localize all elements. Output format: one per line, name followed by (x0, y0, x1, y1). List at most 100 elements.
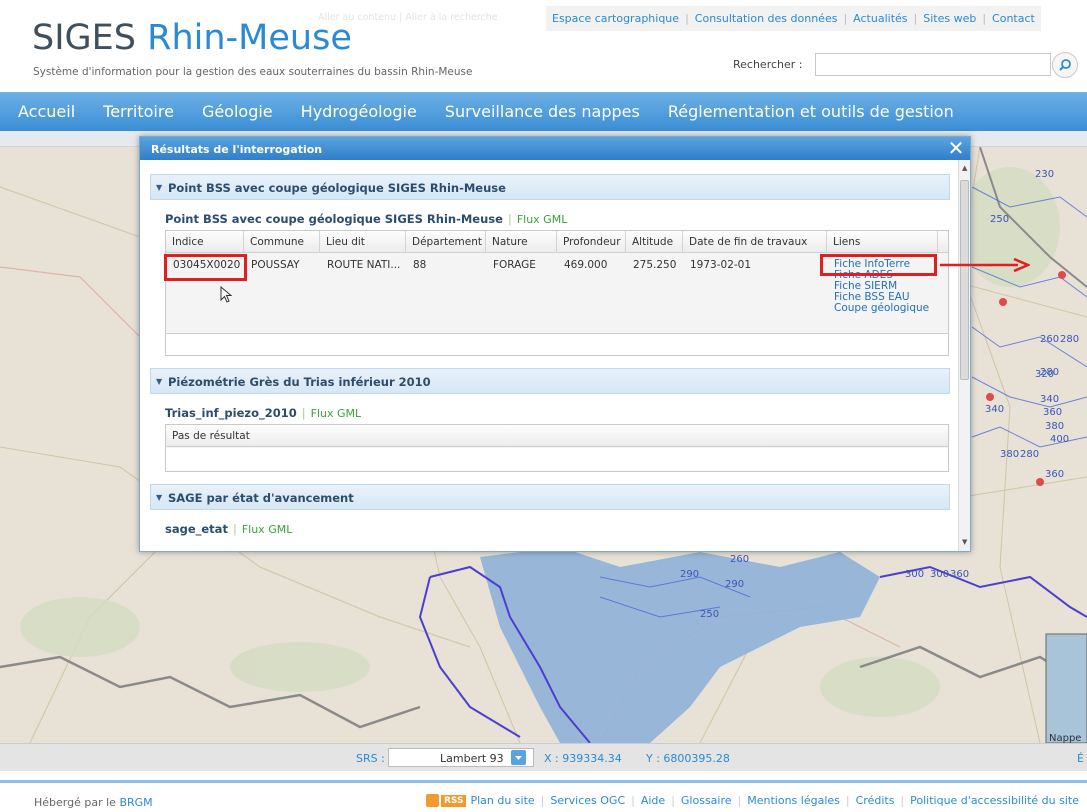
collapse-arrow-icon[interactable]: ▼ (156, 183, 162, 192)
column-header-commune[interactable]: Commune (244, 231, 320, 253)
y-coordinate: Y : 6800395.28 (646, 752, 730, 765)
separator: | (631, 794, 635, 807)
map-label: 300 (905, 569, 924, 580)
flux-gml-link[interactable]: Flux GML (311, 407, 362, 420)
results-grid-bss: Indice Commune Lieu dit Département Natu… (165, 230, 949, 356)
map-label: 380 (1045, 421, 1064, 432)
grid-footer (166, 448, 948, 471)
map-label: 230 (1035, 169, 1054, 180)
nav-item-geologie[interactable]: Géologie (202, 102, 273, 121)
scroll-up-icon[interactable]: ▲ (962, 164, 967, 172)
map-label: 280 (1020, 449, 1039, 460)
rss-link[interactable]: RSS (440, 794, 467, 807)
footer-link-services-ogc[interactable]: Services OGC (550, 794, 625, 807)
nav-item-hydrogeologie[interactable]: Hydrogéologie (301, 102, 417, 121)
column-header-indice[interactable]: Indice (166, 231, 244, 253)
section-header-piezometrie[interactable]: ▼ Piézométrie Grès du Trias inférieur 20… (150, 368, 950, 394)
footer-link-glossaire[interactable]: Glossaire (681, 794, 732, 807)
nav-item-accueil[interactable]: Accueil (18, 102, 75, 121)
map-label: 360 (1045, 469, 1064, 480)
scroll-down-icon[interactable]: ▼ (962, 538, 967, 546)
column-header-nature[interactable]: Nature (486, 231, 557, 253)
brgm-link[interactable]: BRGM (119, 796, 152, 809)
hosted-prefix: Hébergé par le (34, 796, 120, 809)
cell-commune: POUSSAY (251, 259, 300, 271)
map-label: 340 (985, 404, 1004, 415)
srs-label: SRS : (356, 752, 385, 765)
site-header: SIGES Rhin-Meuse Système d'information p… (0, 0, 1087, 92)
column-header-lieu-dit[interactable]: Lieu dit (320, 231, 406, 253)
search-button[interactable] (1052, 52, 1078, 78)
map-label: 360 (1043, 407, 1062, 418)
dialog-title: Résultats de l'interrogation (151, 143, 323, 156)
section-header-sage[interactable]: ▼ SAGE par état d'avancement (150, 484, 950, 510)
top-link-actualites[interactable]: Actualités (853, 12, 907, 25)
footer-link-credits[interactable]: Crédits (856, 794, 895, 807)
results-dialog: Résultats de l'interrogation ✕ ▼ Point B… (139, 136, 971, 552)
cell-departement: 88 (413, 259, 427, 271)
search-label: Rechercher : (733, 58, 803, 71)
hosted-by: Hébergé par le BRGM (34, 796, 153, 809)
cell-nature: FORAGE (493, 259, 536, 271)
collapse-arrow-icon[interactable]: ▼ (156, 377, 162, 386)
top-link-consultation[interactable]: Consultation des données (695, 12, 838, 25)
cell-lieu-dit: ROUTE NATI... (327, 259, 401, 271)
nav-item-reglementation[interactable]: Réglementation et outils de gestion (668, 102, 954, 121)
rss-icon[interactable] (425, 794, 439, 807)
section-header-bss[interactable]: ▼ Point BSS avec coupe géologique SIGES … (150, 174, 950, 200)
site-title[interactable]: SIGES Rhin-Meuse (32, 18, 352, 58)
footer-links: RSS Plan du site | Services OGC | Aide |… (425, 794, 1079, 807)
collapse-arrow-icon[interactable]: ▼ (156, 493, 162, 502)
red-arrow-icon (940, 258, 1030, 272)
search-icon (1059, 59, 1071, 71)
highlight-box-indice (164, 254, 247, 281)
column-header-departement[interactable]: Département (406, 231, 486, 253)
chevron-down-icon (515, 756, 522, 760)
scroll-thumb[interactable] (960, 180, 969, 380)
column-header-profondeur[interactable]: Profondeur (557, 231, 626, 253)
separator: | (982, 12, 987, 25)
separator: | (540, 794, 545, 807)
dialog-titlebar[interactable]: Résultats de l'interrogation ✕ (140, 137, 970, 160)
top-nav: Espace cartographique | Consultation des… (546, 6, 1041, 31)
grid-header: Indice Commune Lieu dit Département Natu… (166, 231, 948, 253)
top-link-espace-cartographique[interactable]: Espace cartographique (552, 12, 679, 25)
highlight-box-infoterre (820, 254, 937, 276)
status-bar: SRS : Lambert 93 X : 939334.34 Y : 68003… (0, 743, 1087, 771)
column-header-liens[interactable]: Liens (827, 231, 938, 253)
map-label: 380 (1000, 449, 1019, 460)
chevron-down-icon[interactable] (511, 750, 526, 765)
close-icon[interactable]: ✕ (946, 138, 966, 158)
separator: | (913, 12, 918, 25)
site-footer: Hébergé par le BRGM RSS Plan du site | S… (0, 771, 1087, 812)
map-label: 340 (1040, 394, 1059, 405)
flux-gml-link[interactable]: Flux GML (242, 523, 293, 536)
nav-item-surveillance[interactable]: Surveillance des nappes (445, 102, 640, 121)
top-link-sites-web[interactable]: Sites web (923, 12, 976, 25)
separator: | (843, 12, 848, 25)
dialog-scrollbar[interactable]: ▲ ▼ (958, 160, 970, 551)
separator: | (301, 406, 306, 420)
map-label: Nappe (1049, 733, 1081, 743)
dialog-body: ▼ Point BSS avec coupe géologique SIGES … (140, 160, 958, 551)
separator: | (507, 212, 512, 226)
layer-name: Trias_inf_piezo_2010 (165, 406, 297, 420)
section-title: Point BSS avec coupe géologique SIGES Rh… (168, 181, 506, 195)
site-title-part2: Rhin-Meuse (147, 18, 352, 58)
footer-link-accessibilite[interactable]: Politique d'accessibilité du site (910, 794, 1079, 807)
link-coupe-geologique[interactable]: Coupe géologique (834, 303, 929, 314)
footer-link-plan-du-site[interactable]: Plan du site (470, 794, 534, 807)
section-title: Piézométrie Grès du Trias inférieur 2010 (168, 375, 431, 389)
column-header-date-fin[interactable]: Date de fin de travaux (683, 231, 827, 253)
column-header-altitude[interactable]: Altitude (626, 231, 683, 253)
search-input[interactable] (815, 53, 1051, 76)
nav-item-territoire[interactable]: Territoire (103, 102, 174, 121)
flux-gml-link[interactable]: Flux GML (517, 213, 568, 226)
cell-profondeur: 469.000 (564, 259, 608, 271)
skip-links[interactable]: Aller au contenu | Aller à la recherche (318, 12, 498, 23)
footer-link-aide[interactable]: Aide (641, 794, 665, 807)
footer-link-mentions-legales[interactable]: Mentions légales (747, 794, 840, 807)
top-link-contact[interactable]: Contact (992, 12, 1035, 25)
separator: | (685, 12, 689, 25)
main-nav: Accueil Territoire Géologie Hydrogéologi… (0, 92, 1087, 131)
